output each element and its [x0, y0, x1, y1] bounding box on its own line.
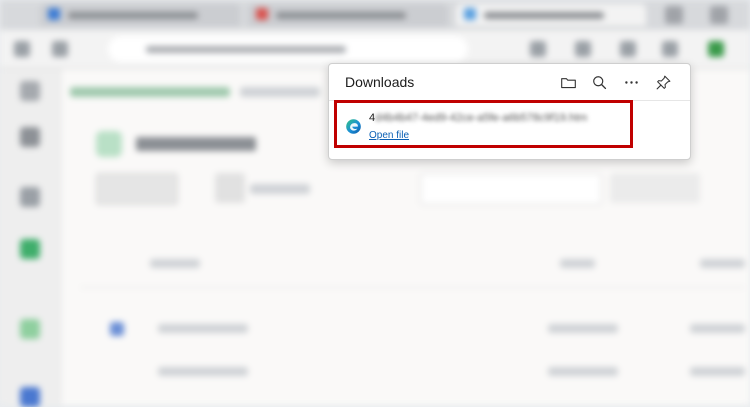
highlight-box [334, 100, 633, 148]
address-bar[interactable] [108, 36, 468, 62]
open-downloads-folder-button[interactable] [556, 70, 580, 94]
tab-strip [0, 0, 750, 30]
toolbar-icon[interactable] [620, 41, 636, 57]
browser-tab[interactable] [40, 4, 240, 26]
search-downloads-button[interactable] [587, 70, 611, 94]
browser-tab-active[interactable] [456, 4, 646, 26]
toolbar-icon[interactable] [708, 41, 724, 57]
pin-icon [656, 75, 670, 89]
more-icon [624, 80, 638, 84]
toolbar-icon[interactable] [575, 41, 591, 57]
toolbar-icon[interactable] [530, 41, 546, 57]
tab-favicon [48, 8, 60, 20]
downloads-toolbar-icon[interactable] [662, 41, 678, 57]
downloads-title: Downloads [345, 74, 415, 90]
left-rail [0, 69, 61, 407]
blurred-browser-background [0, 0, 750, 407]
window-control[interactable] [710, 6, 728, 24]
back-icon[interactable] [14, 41, 30, 57]
more-options-button[interactable] [619, 70, 643, 94]
browser-tab[interactable] [248, 4, 448, 26]
folder-icon [560, 77, 576, 88]
pin-downloads-button[interactable] [651, 70, 675, 94]
window-control[interactable] [665, 6, 683, 24]
tab-favicon [256, 8, 268, 20]
search-icon [592, 75, 606, 89]
downloads-header: Downloads [329, 64, 690, 101]
refresh-icon[interactable] [52, 41, 68, 57]
tab-favicon [464, 8, 476, 20]
